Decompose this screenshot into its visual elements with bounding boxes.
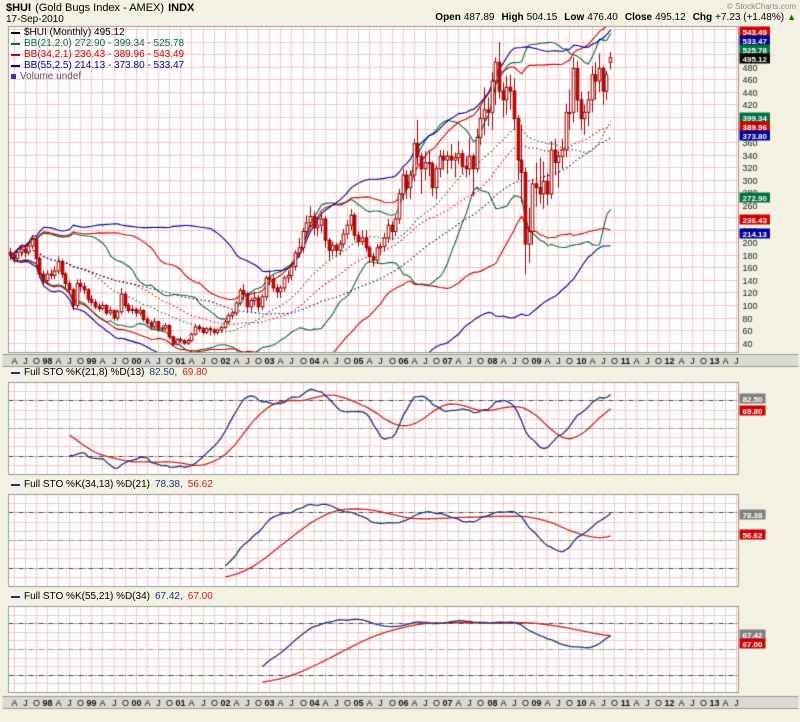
stoch3-label: Full STO %K(55,21) %D(34) xyxy=(24,591,150,602)
high-value: 504.15 xyxy=(527,12,558,23)
stoch1-label: Full STO %K(21,8) %D(13) xyxy=(24,367,144,378)
main-chart-legend: $HUI (Monthly) 495.12 BB(21,2.0) 272.90 … xyxy=(11,27,184,82)
chg-label: Chg xyxy=(693,12,712,23)
bb2-legend: BB(55,2.5) 214.13 - 373.80 - 533.47 xyxy=(24,60,184,71)
bb55-legend-row: BB(55,2.5) 214.13 - 373.80 - 533.47 xyxy=(11,60,184,71)
stoch1-legend: Full STO %K(21,8) %D(13) 82.50, 69.80 xyxy=(11,367,207,378)
volume-legend-row: Volume undef xyxy=(11,71,184,82)
chart-title: $HUI (Gold Bugs Index - AMEX) INDX xyxy=(6,2,194,14)
stoch2-legend: Full STO %K(34,13) %D(21) 78.38, 56.62 xyxy=(11,479,213,490)
chart-area: $HUI (Monthly) 495.12 BB(21,2.0) 272.90 … xyxy=(0,24,800,722)
price-series-marker-icon xyxy=(11,32,20,34)
bb0-legend: BB(21,2.0) 272.90 - 399.34 - 525.78 xyxy=(24,38,184,49)
high-label: High xyxy=(501,12,523,23)
stoch2-d-value: 56.62 xyxy=(188,479,213,490)
price-legend-row: $HUI (Monthly) 495.12 xyxy=(11,27,184,38)
open-value: 487.89 xyxy=(464,12,495,23)
bb0-legend-marker xyxy=(11,43,20,45)
stoch3-k-value: 67.42, xyxy=(155,591,183,602)
volume-legend: Volume undef xyxy=(20,71,81,82)
stoch3-legend-marker xyxy=(11,596,20,598)
stoch2-k-value: 78.38, xyxy=(155,479,183,490)
volume-legend-marker xyxy=(11,74,16,79)
low-value: 476.40 xyxy=(587,12,618,23)
stoch1-legend-marker xyxy=(11,372,20,374)
bb2-legend-marker xyxy=(11,65,20,67)
quote-line: Open487.89 High 504.15 Low476.40 Close495.12… xyxy=(435,12,796,23)
stoch1-d-value: 69.80 xyxy=(182,367,207,378)
stockcharts-page: $HUI(Gold Bugs Index - AMEX)INDX 17-Sep-… xyxy=(0,0,800,722)
low-label: Low xyxy=(564,12,584,23)
stoch2-label: Full STO %K(34,13) %D(21) xyxy=(24,479,150,490)
copyright: © StockCharts.com xyxy=(435,2,796,11)
stoch3-d-value: 67.00 xyxy=(188,591,213,602)
exchange: INDX xyxy=(168,2,194,14)
bb34-legend-row: BB(34,2.1) 236.43 - 389.96 - 543.49 xyxy=(11,49,184,60)
price-legend: $HUI (Monthly) 495.12 xyxy=(24,27,125,38)
stoch2-legend-marker xyxy=(11,484,20,486)
bb1-legend: BB(34,2.1) 236.43 - 389.96 - 543.49 xyxy=(24,49,184,60)
header: $HUI(Gold Bugs Index - AMEX)INDX 17-Sep-… xyxy=(0,0,800,24)
bb21-legend-row: BB(21,2.0) 272.90 - 399.34 - 525.78 xyxy=(11,38,184,49)
header-right: © StockCharts.com Open487.89 High 504.15 Lo… xyxy=(435,2,796,24)
stoch3-legend: Full STO %K(55,21) %D(34) 67.42, 67.00 xyxy=(11,591,213,602)
header-left: $HUI(Gold Bugs Index - AMEX)INDX 17-Sep-… xyxy=(6,2,194,24)
bb1-legend-marker xyxy=(11,54,20,56)
stoch1-k-value: 82.50, xyxy=(149,367,177,378)
close-value: 495.12 xyxy=(655,12,686,23)
close-label: Close xyxy=(625,12,652,23)
open-label: Open xyxy=(435,12,461,23)
chg-up-arrow-icon: ▲ xyxy=(787,12,796,22)
symbol-name: (Gold Bugs Index - AMEX) xyxy=(35,2,164,14)
chg-value: +7.23 (+1.48%) xyxy=(715,12,784,23)
symbol: $HUI xyxy=(6,2,31,14)
